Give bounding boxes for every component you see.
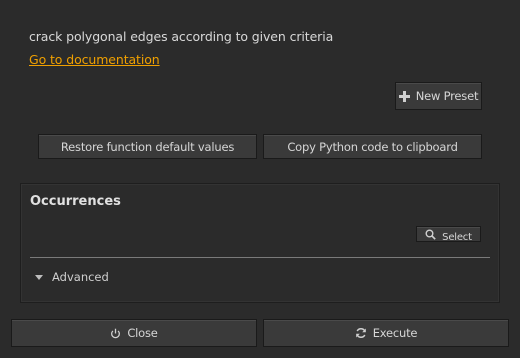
- restore-defaults-label: Restore function default values: [60, 139, 235, 154]
- refresh-icon: [355, 327, 367, 339]
- documentation-link[interactable]: Go to documentation: [29, 52, 160, 67]
- close-label: Close: [127, 326, 158, 340]
- power-icon: [110, 328, 121, 339]
- plus-icon: [398, 90, 410, 102]
- occurrences-title: Occurrences: [30, 194, 121, 209]
- copy-python-code-button[interactable]: Copy Python code to clipboard: [263, 134, 482, 159]
- select-label: Select: [442, 231, 472, 242]
- execute-button[interactable]: Execute: [263, 319, 509, 347]
- new-preset-label: New Preset: [415, 89, 479, 103]
- divider: [30, 257, 490, 258]
- select-button[interactable]: Select: [416, 226, 481, 242]
- triangle-down-icon: [35, 274, 43, 280]
- execute-label: Execute: [372, 326, 418, 340]
- copy-python-code-label: Copy Python code to clipboard: [287, 139, 458, 154]
- new-preset-button[interactable]: New Preset: [395, 82, 482, 110]
- restore-defaults-button[interactable]: Restore function default values: [38, 134, 257, 159]
- advanced-label: Advanced: [52, 270, 109, 284]
- search-icon: [425, 229, 436, 240]
- close-button[interactable]: Close: [11, 319, 257, 347]
- function-description: crack polygonal edges according to given…: [29, 29, 334, 44]
- advanced-toggle[interactable]: Advanced: [35, 270, 109, 284]
